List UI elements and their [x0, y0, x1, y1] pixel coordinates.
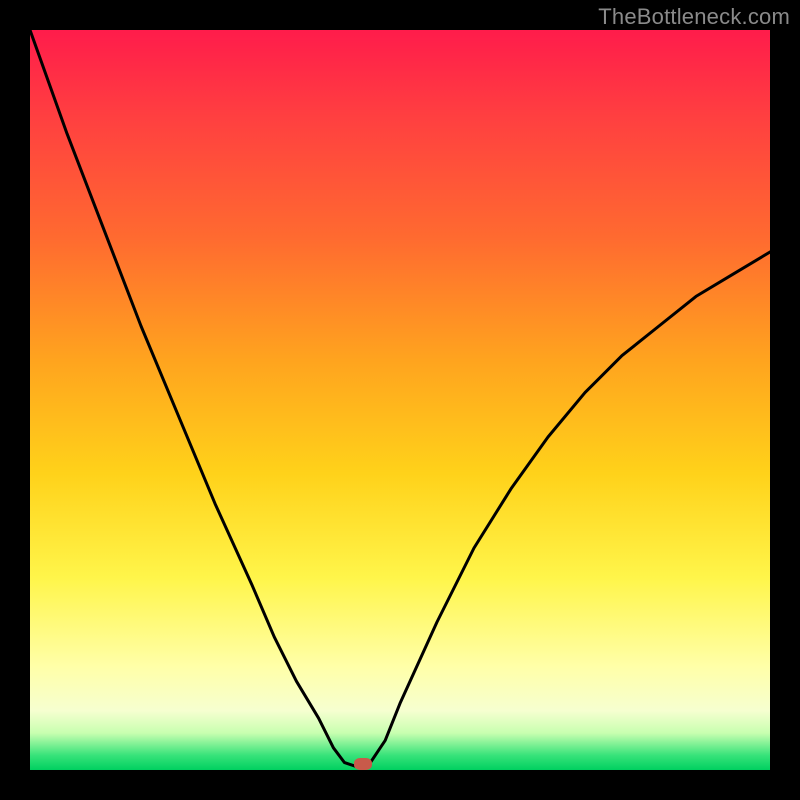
watermark-text: TheBottleneck.com [598, 4, 790, 30]
bottleneck-curve [30, 30, 770, 770]
optimum-marker [354, 758, 372, 770]
chart-frame: TheBottleneck.com [0, 0, 800, 800]
plot-area [30, 30, 770, 770]
